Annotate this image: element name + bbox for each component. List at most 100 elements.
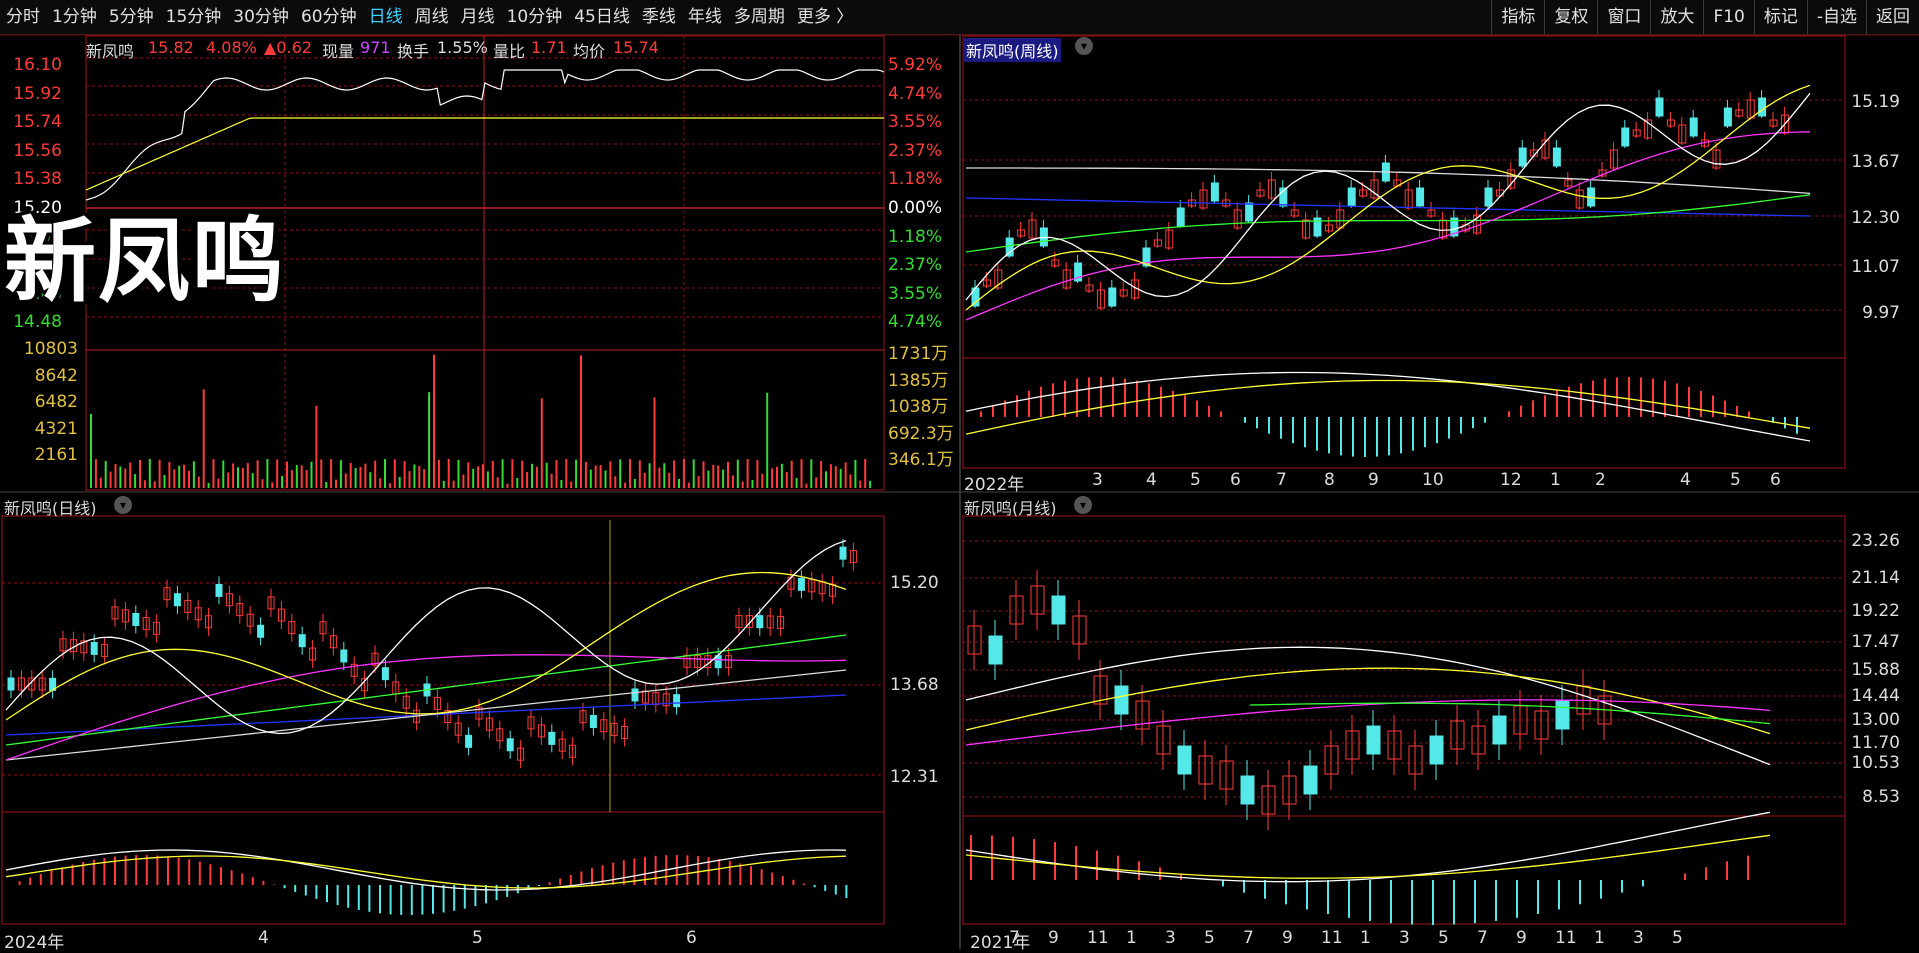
intraday-volume-bar-26	[217, 479, 219, 488]
monthly-ma10	[966, 668, 1770, 733]
daily-macd-bar-15	[167, 856, 169, 885]
intraday-volume-label-3: 4321	[18, 419, 78, 439]
intraday-volume-label-4: 2161	[18, 445, 78, 465]
monthly-candle-28	[1556, 701, 1569, 729]
intraday-volume-bar-53	[350, 463, 352, 488]
intraday-volume-bar-113	[644, 473, 646, 488]
intraday-volume-bar-13	[154, 481, 156, 488]
intraday-volume-bar-86	[511, 459, 513, 488]
weekly-macd-bar-61	[1700, 391, 1702, 417]
intraday-percent-label-0: 5.92%	[888, 55, 942, 75]
intraday-price-label-9: 14.48	[2, 312, 62, 332]
daily-macd-bar-61	[655, 856, 657, 885]
weekly-macd-bar-31	[1340, 417, 1342, 455]
daily-macd-bar-74	[792, 880, 794, 885]
weekly-date-label-14: 6	[1770, 470, 1781, 490]
weekly-date-label-11: 2	[1595, 470, 1606, 490]
monthly-macd-bar-20	[1390, 880, 1392, 923]
monthly-chart-title[interactable]: 新凤鸣(月线)	[964, 495, 1057, 519]
intraday-volume-bar-23	[203, 389, 205, 488]
intraday-volume-bar-128	[717, 466, 719, 488]
weekly-date-label-2: 4	[1146, 470, 1157, 490]
weekly-macd-bar-39	[1436, 417, 1438, 443]
weekly-macd-bar-8	[1064, 381, 1066, 417]
daily-macd-bar-36	[390, 885, 392, 914]
intraday-volume-bar-70	[433, 355, 435, 488]
daily-macd-bar-42	[453, 885, 455, 911]
daily-chart-title[interactable]: 新凤鸣(日线)	[4, 495, 97, 519]
intraday-volume-bar-154	[845, 462, 847, 488]
weekly-macd-bar-4	[1016, 395, 1018, 417]
monthly-macd-bar-21	[1411, 880, 1413, 925]
weekly-macd-bar-23	[1244, 417, 1246, 423]
intraday-volume-bar-9	[134, 474, 136, 488]
intraday-volume-bar-12	[149, 459, 151, 488]
intraday-volume-bar-103	[595, 466, 597, 488]
intraday-volume-bar-127	[712, 465, 714, 488]
daily-macd-bar-6	[72, 865, 74, 885]
intraday-volume-bar-49	[330, 459, 332, 488]
intraday-volume-bar-7	[124, 469, 126, 488]
intraday-volume-bar-126	[707, 470, 709, 488]
weekly-menu-chevron-icon[interactable]: ▾	[1075, 37, 1093, 55]
monthly-macd-bar-23	[1453, 880, 1455, 925]
last-price: 15.82	[148, 38, 194, 57]
intraday-volume-bar-40	[286, 462, 288, 488]
daily-macd-bar-52	[559, 879, 561, 885]
weekly-macd-bar-36	[1400, 417, 1402, 453]
monthly-candle-22	[1430, 736, 1443, 764]
intraday-volume-bar-19	[183, 465, 185, 488]
weekly-macd-bar-6	[1040, 387, 1042, 417]
intraday-volume-bar-21	[193, 461, 195, 488]
intraday-price-label-0: 16.10	[2, 55, 62, 75]
intraday-volume-right-label-4: 346.1万	[888, 445, 954, 470]
monthly-price-label-8: 10.53	[1840, 753, 1900, 773]
daily-candle-0	[8, 678, 14, 690]
daily-macd-bar-54	[580, 871, 582, 885]
turnover-value: 1.55%	[437, 38, 488, 57]
weekly-candle-69	[1759, 98, 1766, 116]
daily-macd-bar-22	[241, 874, 243, 885]
weekly-macd-bar-63	[1724, 401, 1726, 417]
intraday-volume-bar-132	[737, 460, 739, 488]
intraday-volume-bar-18	[178, 466, 180, 488]
intraday-volume-bar-83	[497, 477, 499, 488]
weekly-macd-bar-62	[1712, 395, 1714, 417]
daily-macd-bar-19	[209, 864, 211, 885]
intraday-volume-bar-98	[570, 482, 572, 488]
intraday-price-line	[86, 70, 884, 200]
intraday-volume-bar-47	[320, 460, 322, 488]
intraday-volume-bar-116	[658, 468, 660, 488]
weekly-macd-bar-35	[1388, 417, 1390, 455]
intraday-volume-bar-24	[208, 483, 210, 488]
daily-macd-bar-28	[305, 885, 307, 896]
monthly-price-label-7: 11.70	[1840, 733, 1900, 753]
weekly-macd-bar-15	[1148, 383, 1150, 417]
monthly-date-label-2: 9	[1048, 928, 1059, 948]
weekly-macd-bar-27	[1292, 417, 1294, 443]
monthly-macd-bar-27	[1537, 880, 1539, 914]
daily-menu-chevron-icon[interactable]: ▾	[114, 496, 132, 514]
intraday-volume-bar-75	[458, 460, 460, 488]
weekly-macd-bar-48	[1544, 395, 1546, 417]
monthly-menu-chevron-icon[interactable]: ▾	[1074, 496, 1092, 514]
monthly-macd-bar-5	[1075, 846, 1077, 880]
intraday-volume-right-label-2: 1038万	[888, 392, 948, 417]
intraday-volume-bar-15	[164, 475, 166, 488]
intraday-volume-label-0: 10803	[18, 339, 78, 359]
intraday-volume-bar-69	[428, 392, 430, 488]
intraday-volume-bar-82	[492, 461, 494, 488]
monthly-macd-bar-25	[1495, 880, 1497, 921]
intraday-volume-bar-4	[110, 472, 112, 488]
weekly-macd-bar-33	[1364, 417, 1366, 457]
weekly-chart-title[interactable]: 新凤鸣(周线)	[964, 38, 1061, 62]
intraday-volume-bar-107	[614, 476, 616, 488]
daily-date-label-2: 5	[472, 928, 483, 948]
weekly-macd-bar-18	[1184, 395, 1186, 417]
weekly-macd-bar-41	[1460, 417, 1462, 434]
daily-price-label-2: 12.31	[890, 767, 939, 787]
daily-macd-bar-67	[718, 859, 720, 885]
chart-canvas	[0, 0, 1919, 949]
weekly-candle-66	[1724, 108, 1731, 126]
intraday-volume-bar-5	[115, 464, 117, 488]
